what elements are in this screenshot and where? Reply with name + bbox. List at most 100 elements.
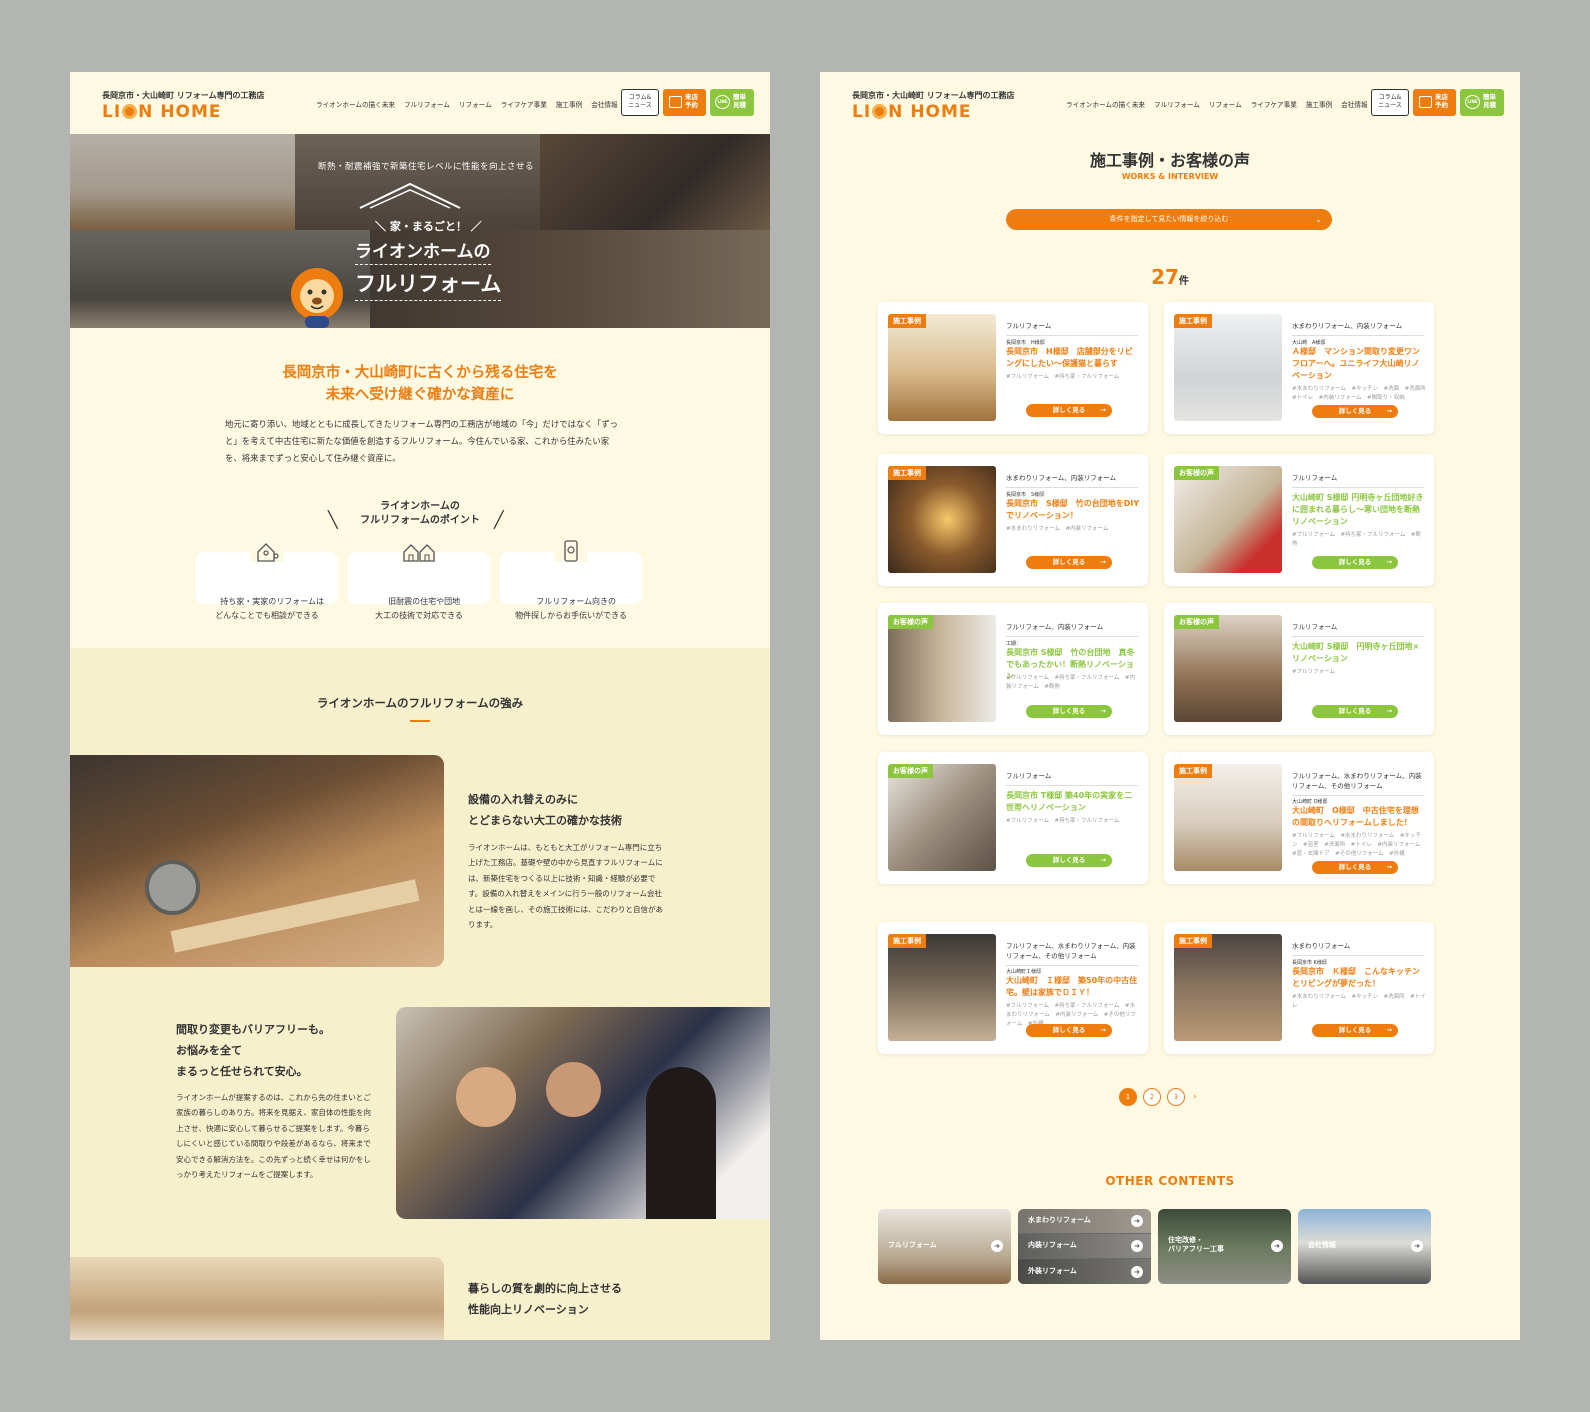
other-barrier-free-card[interactable]: 住宅改修・ バリアフリー工事 ➜ <box>1158 1209 1291 1284</box>
work-thumbnail[interactable]: 施工事例 <box>888 466 996 573</box>
nav-full-reform[interactable]: フルリフォーム <box>1154 99 1200 109</box>
work-thumbnail[interactable]: お客様の声 <box>888 764 996 871</box>
read-more-button[interactable]: 詳しく見る → <box>1026 705 1112 718</box>
other-exterior-reform[interactable]: 外装リフォーム ➜ <box>1018 1259 1151 1284</box>
houses-icon <box>402 540 436 562</box>
work-tags: #フルリフォーム #水まわりリフォーム #キッチン #浴室 #洗面所 #トイレ … <box>1292 833 1426 857</box>
read-more-button[interactable]: 詳しく見る → <box>1312 861 1398 874</box>
work-card[interactable]: 施工事例 フルリフォーム 長岡京市 H様邸 長岡京市 H様邸 店舗部分をリビングにした… <box>878 302 1148 434</box>
nav-lifecare[interactable]: ライフケア事業 <box>1251 99 1297 109</box>
intro-body: 地元に寄り添い、地域とともに成長してきたリフォーム専門の工務店が地域の「今」だけ… <box>225 419 618 464</box>
read-more-button[interactable]: 詳しく見る → <box>1312 705 1398 718</box>
work-card[interactable]: お客様の声 フルリフォーム 長岡京市 T様邸 築40年の実家を二世帯へリノベーション… <box>878 752 1148 884</box>
strength-3-title: 暮らしの質を劇的に向上させる 性能向上リノベーション <box>468 1282 622 1316</box>
column-news-button[interactable]: コラム& ニュース <box>1371 89 1409 116</box>
strengths-section <box>70 648 770 1340</box>
work-thumbnail[interactable]: お客様の声 <box>888 615 996 722</box>
work-category: 水まわりリフォーム、内装リフォーム <box>1292 322 1424 336</box>
works-page: 長岡京市・大山崎町 リフォーム専門の工務店 LI N HOME ライオンホームの描… <box>820 72 1520 1340</box>
read-more-button[interactable]: 詳しく見る → <box>1026 854 1112 867</box>
read-more-button[interactable]: 詳しく見る → <box>1026 1024 1112 1037</box>
nav-reform[interactable]: リフォーム <box>1209 99 1242 109</box>
page-1-link[interactable]: 1 <box>1119 1088 1137 1106</box>
work-thumbnail[interactable]: お客様の声 <box>1174 615 1282 722</box>
nav-works[interactable]: 施工事例 <box>556 99 582 109</box>
next-page-icon[interactable]: › <box>1193 1092 1197 1102</box>
work-title[interactable]: Ａ様邸 マンション間取り変更ワンフロアーへ。ユニライフ大山崎リノベーション <box>1292 346 1426 382</box>
work-title[interactable]: 大山崎町 Ｉ様邸 築50年の中古住宅。壁は家族でＤＩＹ！ <box>1006 975 1140 999</box>
work-tags: #フルリフォーム #持ち家・フルリフォーム #内装リフォーム #断熱 <box>1006 675 1135 690</box>
line-estimate-button[interactable]: LINE 簡単 見積 <box>1460 89 1504 116</box>
nav-reform[interactable]: リフォーム <box>459 99 492 109</box>
visit-reserve-button[interactable]: 来店 予約 <box>1413 89 1456 116</box>
work-thumbnail[interactable]: 施工事例 <box>888 934 996 1041</box>
consultation-photo <box>396 1007 770 1219</box>
work-card[interactable]: 施工事例 フルリフォーム、水まわりリフォーム、内装リフォーム、その他リフォーム 大山… <box>1164 752 1434 884</box>
work-thumbnail[interactable]: 施工事例 <box>1174 764 1282 871</box>
work-card[interactable]: お客様の声 フルリフォーム 大山崎町 S様邸 円明寺ヶ丘団地×リノベーション #フルリ… <box>1164 603 1434 735</box>
work-type-badge: 施工事例 <box>888 466 926 480</box>
page-3-link[interactable]: 3 <box>1167 1088 1185 1106</box>
lion-mane-icon <box>122 104 138 119</box>
nav-full-reform[interactable]: フルリフォーム <box>404 99 450 109</box>
work-card[interactable]: 施工事例 水まわりリフォーム、内装リフォーム 大山崎 A様邸 Ａ様邸 マンション間取り… <box>1164 302 1434 434</box>
point-card-2: 旧耐震の住宅や団地 大工の技術で対応できる <box>348 540 490 620</box>
strength-2-title: 間取り変更もバリアフリーも。 お悩みを全て まるっと任せられて安心。 <box>176 1023 330 1078</box>
other-water-reform[interactable]: 水まわりリフォーム ➜ <box>1018 1209 1151 1233</box>
work-thumbnail[interactable]: 施工事例 <box>1174 314 1282 421</box>
page-2-link[interactable]: 2 <box>1143 1088 1161 1106</box>
work-title[interactable]: 大山崎町 S様邸 円明寺ヶ丘団地×リノベーション <box>1292 641 1426 665</box>
work-title[interactable]: 大山崎町 O様邸 中古住宅を理想の間取りへリフォームしました！ <box>1292 805 1426 829</box>
arrow-right-icon: → <box>1386 863 1392 871</box>
work-thumbnail[interactable]: お客様の声 <box>1174 466 1282 573</box>
line-estimate-button[interactable]: LINE 簡単 見積 <box>710 89 754 116</box>
lion-home-logo[interactable]: LI N HOME <box>102 102 222 122</box>
work-category: フルリフォーム <box>1006 322 1138 336</box>
work-card[interactable]: お客様の声 フルリフォーム大山崎町 S様邸 円明寺ヶ丘団地好きに囲まれる暮らし～寒… <box>1164 454 1434 586</box>
work-card[interactable]: 施工事例 水まわりリフォーム 長岡京市 K様邸 長岡京市 Ｋ様邸 こんなキッチンとリビ… <box>1164 922 1434 1054</box>
global-nav: ライオンホームの描く未来 フルリフォーム リフォーム ライフケア事業 施工事例 … <box>316 99 618 109</box>
strengths-heading: ライオンホームのフルリフォームの強み <box>316 696 524 710</box>
work-card[interactable]: お客様の声 フルリフォーム、内装リフォーム 工期： 長岡京市 S様邸 竹の台団地 真冬… <box>878 603 1148 735</box>
hero-banner: 断熱・耐震補強で新築住宅レベルに性能を向上させる ＼ 家・まるごと！ ／ ライオ… <box>70 134 770 328</box>
work-title[interactable]: 大山崎町 S様邸 円明寺ヶ丘団地好きに囲まれる暮らし～寒い団地を断熱リノベーショ… <box>1292 492 1426 528</box>
lion-home-logo[interactable]: LI N HOME <box>852 102 972 122</box>
hero-subtitle: 断熱・耐震補強で新築住宅レベルに性能を向上させる <box>318 162 535 172</box>
other-full-reform-card[interactable]: フルリフォーム ➜ <box>878 1209 1011 1284</box>
line-icon: LINE <box>715 95 730 109</box>
nav-works[interactable]: 施工事例 <box>1306 99 1332 109</box>
hero-title-line1: ライオンホームの <box>355 237 491 265</box>
work-thumbnail[interactable]: 施工事例 <box>1174 934 1282 1041</box>
read-more-button[interactable]: 詳しく見る → <box>1026 404 1112 417</box>
nav-lifecare[interactable]: ライフケア事業 <box>501 99 547 109</box>
work-card[interactable]: 施工事例 水まわりリフォーム、内装リフォーム 長岡京市 S様邸 長岡京市 S様邸 竹の… <box>878 454 1148 586</box>
read-more-button[interactable]: 詳しく見る → <box>1312 1024 1398 1037</box>
work-category: フルリフォーム、内装リフォーム <box>1006 623 1138 637</box>
work-title[interactable]: 長岡京市 H様邸 店舗部分をリビングにしたい～保護猫と暮らす <box>1006 346 1140 370</box>
full-reform-page: 長岡京市・大山崎町 リフォーム専門の工務店 LI N HOME ライオンホームの描… <box>70 72 770 1340</box>
other-company-card[interactable]: 会社情報 ➜ <box>1298 1209 1431 1284</box>
arrow-right-icon: → <box>1386 407 1392 415</box>
work-card[interactable]: 施工事例 フルリフォーム、水まわりリフォーム、内装リフォーム、その他リフォーム 大山… <box>878 922 1148 1054</box>
read-more-button[interactable]: 詳しく見る → <box>1026 556 1112 569</box>
column-news-button[interactable]: コラム& ニュース <box>621 89 659 116</box>
other-interior-reform[interactable]: 内装リフォーム ➜ <box>1018 1234 1151 1258</box>
nav-company[interactable]: 会社情報 <box>1341 99 1367 109</box>
read-more-button[interactable]: 詳しく見る → <box>1312 405 1398 418</box>
nav-future[interactable]: ライオンホームの描く未来 <box>316 99 395 109</box>
work-title[interactable]: 長岡京市 T様邸 築40年の実家を二世帯へリノベーション <box>1006 790 1140 814</box>
nav-future[interactable]: ライオンホームの描く未来 <box>1066 99 1145 109</box>
work-title[interactable]: 長岡京市 S様邸 竹の台団地をDIYでリノベーション！ <box>1006 498 1140 522</box>
other-reform-stack: 水まわりリフォーム ➜ 内装リフォーム ➜ 外装リフォーム ➜ <box>1018 1209 1151 1284</box>
read-more-button[interactable]: 詳しく見る → <box>1312 556 1398 569</box>
work-title[interactable]: 長岡京市 Ｋ様邸 こんなキッチンとリビングが夢だった！ <box>1292 966 1426 990</box>
page-title: 施工事例・お客様の声 <box>1089 151 1250 170</box>
work-thumbnail[interactable]: 施工事例 <box>888 314 996 421</box>
nav-company[interactable]: 会社情報 <box>591 99 617 109</box>
visit-reserve-button[interactable]: 来店 予約 <box>663 89 706 116</box>
work-tags: #水まわりリフォーム #内装リフォーム <box>1006 526 1109 532</box>
work-category: フルリフォーム <box>1292 474 1424 488</box>
filter-dropdown[interactable]: 条件を指定して見たい情報を絞り込む ⌄ <box>1006 209 1332 230</box>
work-type-badge: 施工事例 <box>1174 934 1212 948</box>
arrow-right-icon: → <box>1100 1026 1106 1034</box>
